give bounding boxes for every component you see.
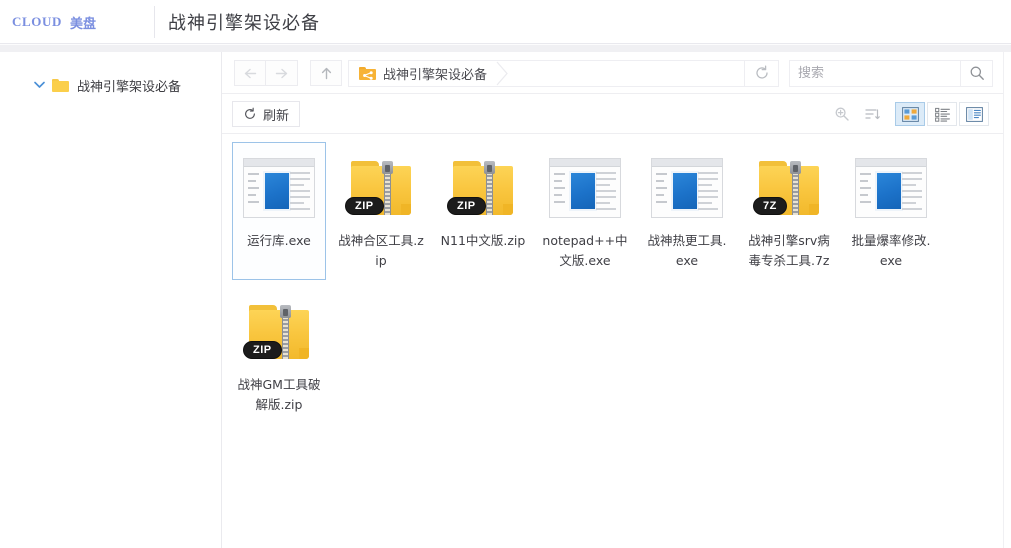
exe-icon-textlines [290, 172, 310, 214]
refresh-button[interactable]: 刷新 [232, 101, 301, 127]
exe-icon-titlebar [244, 159, 314, 167]
zipper-icon [280, 305, 291, 359]
file-item[interactable]: 战神热更工具.exe [640, 142, 734, 280]
breadcrumb-separator-icon [495, 61, 509, 86]
file-name-label: 批量爆率修改.exe [851, 233, 931, 268]
exe-icon-thumb [569, 171, 597, 211]
file-icon [647, 149, 727, 227]
address-refresh-button[interactable] [745, 59, 779, 87]
zipper-icon [790, 161, 801, 215]
file-item[interactable]: notepad++中文版.exe [538, 142, 632, 280]
breadcrumb-label: 战神引擎架设必备 [383, 67, 488, 83]
main-area: 战神引擎架设必备 搜索 刷新 运行库.exe ZIP 战神合区工具.zip ZI… [222, 52, 1003, 548]
view-tools [829, 102, 989, 126]
archive-format-badge: ZIP [447, 197, 486, 215]
file-icon [239, 149, 319, 227]
brand-cloud-text: CLOUD [12, 14, 62, 29]
file-item[interactable]: 批量爆率修改.exe [844, 142, 938, 280]
search-box[interactable] [789, 59, 986, 87]
file-icon: ZIP [341, 149, 421, 227]
back-button[interactable] [234, 60, 266, 86]
file-item[interactable]: 运行库.exe [232, 142, 326, 280]
up-button[interactable] [310, 60, 342, 86]
exe-icon-sidebar [656, 173, 668, 208]
grid-view-icon[interactable] [895, 102, 925, 126]
nav-history-buttons [234, 60, 298, 86]
exe-file-icon [549, 158, 621, 218]
archive-format-badge: ZIP [345, 197, 384, 215]
zoom-in-icon[interactable] [829, 102, 855, 126]
action-toolbar: 刷新 [222, 94, 1003, 134]
file-name-label: 战神合区工具.zip [338, 233, 424, 268]
sidebar-item-root-folder[interactable]: 战神引擎架设必备 [0, 72, 221, 98]
search-input[interactable] [790, 60, 976, 86]
exe-icon-thumb [671, 171, 699, 211]
breadcrumb-item-0[interactable]: 战神引擎架设必备 [349, 61, 513, 86]
file-name-label: N11中文版.zip [440, 233, 526, 248]
exe-icon-textlines [596, 172, 616, 214]
detail-view-icon[interactable] [959, 102, 989, 126]
right-divider [1003, 52, 1004, 548]
brand-logo[interactable]: CLOUD 美盘 [0, 0, 154, 44]
file-icon: ZIP [443, 149, 523, 227]
exe-icon-textlines [902, 172, 922, 214]
file-item[interactable]: ZIP N11中文版.zip [436, 142, 530, 280]
list-view-icon[interactable] [927, 102, 957, 126]
archive-format-badge: 7Z [753, 197, 787, 215]
file-grid: 运行库.exe ZIP 战神合区工具.zip ZIP N11中文版.zip notepad… [222, 134, 1003, 430]
file-item[interactable]: ZIP 战神GM工具破解版.zip [232, 286, 326, 424]
sidebar: 战神引擎架设必备 [0, 52, 221, 548]
navigation-bar: 战神引擎架设必备 [222, 52, 1003, 94]
sidebar-item-label: 战神引擎架设必备 [77, 79, 182, 95]
exe-icon-sidebar [554, 173, 566, 208]
file-manager-window: CLOUD 美盘 战神引擎架设必备 战神引擎架设必备 战神引擎架设必备 搜索 刷… [0, 0, 1011, 548]
zipper-icon [484, 161, 495, 215]
exe-icon-thumb [875, 171, 903, 211]
sort-icon[interactable] [859, 102, 885, 126]
zipper-icon [382, 161, 393, 215]
exe-icon-textlines [698, 172, 718, 214]
file-name-label: 运行库.exe [247, 233, 311, 248]
forward-button[interactable] [266, 60, 298, 86]
file-icon [851, 149, 931, 227]
page-title: 战神引擎架设必备 [168, 13, 320, 34]
exe-icon-titlebar [652, 159, 722, 167]
exe-file-icon [243, 158, 315, 218]
exe-file-icon [855, 158, 927, 218]
archive-file-icon: 7Z [753, 157, 823, 219]
file-icon: 7Z [749, 149, 829, 227]
file-name-label: 战神引擎srv病毒专杀工具.7z [748, 233, 830, 268]
folder-icon [52, 78, 69, 92]
file-item[interactable]: 7Z 战神引擎srv病毒专杀工具.7z [742, 142, 836, 280]
archive-format-badge: ZIP [243, 341, 282, 359]
view-mode-group [895, 102, 989, 126]
file-name-label: 战神热更工具.exe [647, 233, 727, 268]
archive-file-icon: ZIP [345, 157, 415, 219]
exe-icon-sidebar [248, 173, 260, 208]
shared-folder-icon [359, 66, 376, 80]
brand-cn-text: 美盘 [69, 16, 96, 32]
exe-file-icon [651, 158, 723, 218]
file-name-label: 战神GM工具破解版.zip [237, 377, 321, 412]
search-button[interactable] [961, 59, 993, 87]
app-header: CLOUD 美盘 战神引擎架设必备 [0, 0, 1011, 44]
chevron-down-icon[interactable] [32, 78, 46, 92]
file-icon [545, 149, 625, 227]
exe-icon-titlebar [550, 159, 620, 167]
header-divider [154, 6, 155, 38]
file-name-label: notepad++中文版.exe [542, 233, 628, 268]
refresh-button-label: 刷新 [263, 108, 290, 124]
search-area [789, 59, 993, 87]
archive-file-icon: ZIP [447, 157, 517, 219]
file-icon: ZIP [239, 293, 319, 371]
exe-icon-titlebar [856, 159, 926, 167]
refresh-icon [243, 107, 257, 121]
archive-file-icon: ZIP [243, 301, 313, 363]
file-item[interactable]: ZIP 战神合区工具.zip [334, 142, 428, 280]
exe-icon-sidebar [860, 173, 872, 208]
exe-icon-thumb [263, 171, 291, 211]
breadcrumb[interactable]: 战神引擎架设必备 [348, 59, 745, 87]
